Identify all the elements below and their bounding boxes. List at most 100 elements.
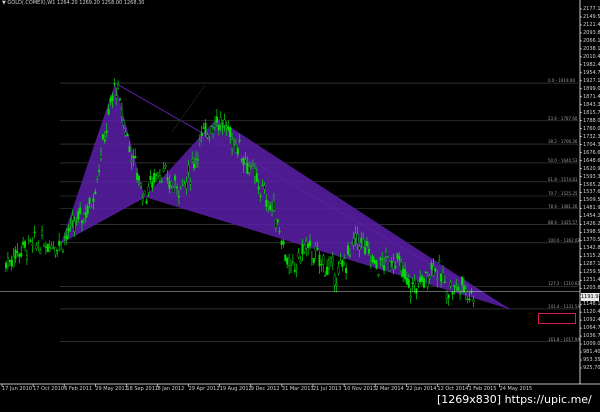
candle-body: [24, 241, 27, 248]
candle-body: [381, 258, 384, 261]
time-axis-label: 29 May 2011: [95, 386, 128, 392]
candle-body: [286, 258, 289, 265]
candle-body: [284, 254, 287, 261]
candle-body: [156, 172, 159, 177]
candle-body: [404, 269, 407, 280]
candle-body: [132, 155, 135, 159]
candle-body: [33, 231, 36, 233]
candle-body: [219, 116, 222, 125]
price-axis-label: 2149.50: [583, 13, 600, 20]
price-axis-label: 1509.55: [583, 197, 600, 204]
candle-body: [117, 83, 120, 90]
time-axis-label: 21 Jul 2013: [313, 386, 342, 392]
candle-body: [58, 240, 61, 246]
candle-body: [261, 184, 264, 187]
candle-body: [65, 235, 68, 240]
price-axis-label: 1648.60: [583, 157, 600, 164]
chart-header: ▼ GOLD(.COMEX),W1 1264.20 1269.20 1258.0…: [2, 0, 145, 6]
candle-body: [377, 274, 380, 276]
candle-body: [46, 243, 49, 252]
fib-level-label: 88.6 - 1425.57: [548, 219, 578, 225]
candle-body: [71, 215, 74, 221]
candle-body: [238, 140, 241, 142]
time-axis-label: 17 Oct 2010: [33, 386, 65, 392]
candle-body: [187, 165, 190, 173]
price-axis-label: 1092.40: [583, 317, 600, 324]
candle-body: [337, 267, 340, 274]
candle-body: [314, 246, 317, 251]
candle-body: [415, 288, 418, 294]
candle-body: [390, 261, 393, 263]
candle-body: [295, 267, 298, 270]
candle-body: [312, 258, 315, 264]
price-axis-label: 1259.50: [583, 269, 600, 276]
candle-body: [263, 185, 266, 190]
candle-body: [265, 200, 268, 207]
candle-body: [27, 239, 30, 241]
candle-body: [99, 155, 102, 159]
candle-body: [213, 124, 216, 128]
candle-body: [309, 240, 312, 247]
candle-body: [44, 246, 47, 248]
time-axis-label: 10 Nov 2013: [344, 386, 377, 392]
candle-body: [227, 126, 230, 130]
price-axis-label: 1315.20: [583, 253, 600, 260]
price-axis-label: 925.70: [583, 365, 600, 371]
candle-body: [461, 276, 464, 286]
candle-body: [301, 244, 304, 255]
candle-body: [297, 252, 300, 258]
candle-body: [385, 251, 388, 257]
candle-body: [234, 144, 237, 153]
fib-level-label: 141.4 - 1131.54: [548, 303, 580, 309]
candle-body: [343, 258, 346, 263]
candle-body: [77, 211, 80, 220]
time-axis-label: 9 Dec 2012: [250, 386, 280, 392]
price-chart[interactable]: [0, 0, 600, 412]
candle-body: [386, 256, 389, 258]
price-axis-label: 1148.10: [583, 301, 600, 308]
price-axis-label: 1426.20: [583, 221, 600, 228]
price-axis-label: 1370.50: [583, 237, 600, 244]
candle-body: [366, 241, 369, 246]
candle-body: [69, 223, 72, 225]
price-axis-label: 2121.45: [583, 21, 600, 28]
time-axis-label: 31 Mar 2013: [281, 386, 314, 392]
price-axis-label: 1203.80: [583, 285, 600, 292]
candle-body: [136, 173, 139, 180]
candle-body: [232, 138, 235, 141]
time-axis-label: 6 Feb 2011: [64, 386, 93, 392]
price-axis-label: 1899.05: [583, 85, 600, 92]
candle-body: [371, 255, 374, 263]
candle-body: [31, 243, 34, 246]
current-price-label: 1191.93: [581, 293, 600, 301]
candle-body: [400, 262, 403, 272]
candle-body: [22, 241, 25, 245]
candle-body: [248, 166, 251, 173]
candle-body: [143, 190, 146, 195]
candle-body: [347, 245, 350, 255]
candle-body: [472, 299, 475, 302]
candle-body: [225, 126, 228, 128]
candle-body: [92, 198, 95, 202]
fib-level-label: 61.8 - 1574.81: [548, 176, 578, 182]
candle-body: [345, 267, 348, 274]
price-axis-label: 1982.40: [583, 61, 600, 68]
candle-body: [147, 186, 150, 193]
candle-body: [25, 255, 28, 260]
candle-body: [259, 195, 262, 197]
watermark: [1269x830] https://upic.me/: [437, 393, 592, 406]
candle-body: [396, 253, 399, 259]
candle-body: [174, 175, 177, 181]
candle-body: [118, 98, 121, 101]
candle-body: [293, 269, 296, 272]
price-axis-label: 1871.40: [583, 93, 600, 100]
price-axis-label: 953.35: [583, 357, 600, 364]
candle-body: [149, 175, 152, 181]
candle-body: [417, 280, 420, 284]
candle-body: [453, 284, 456, 288]
candle-body: [305, 241, 308, 249]
candle-body: [109, 98, 112, 103]
candle-body: [63, 236, 66, 238]
candle-body: [276, 219, 279, 223]
candle-body: [310, 258, 313, 261]
